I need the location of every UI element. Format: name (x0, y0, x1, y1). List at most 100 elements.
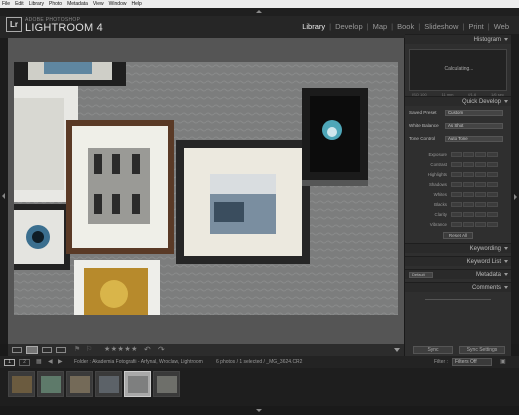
bottom-panel-toggle[interactable] (0, 406, 519, 415)
tone-adjust-button[interactable] (475, 222, 486, 227)
lightroom-logo: Lr (6, 17, 22, 32)
filter-select[interactable]: Filters Off (452, 358, 492, 366)
quick-develop-header[interactable]: Quick Develop (405, 96, 511, 106)
photo-image (14, 62, 398, 315)
selection-info: 6 photos / 1 selected / _MG_3624.CR2 (216, 359, 303, 365)
tone-adjust-button[interactable] (475, 212, 486, 217)
tone-adjust-button[interactable] (451, 152, 462, 157)
reset-all-button[interactable]: Reset All (443, 232, 473, 239)
tone-adjust-button[interactable] (463, 152, 474, 157)
left-panel-toggle[interactable] (0, 38, 8, 344)
filter-lock-icon[interactable]: ▣ (500, 358, 506, 365)
tone-adjust-button[interactable] (475, 152, 486, 157)
toolbar-options-icon[interactable] (394, 348, 400, 352)
menu-edit[interactable]: Edit (15, 0, 24, 8)
tone-adjust-button[interactable] (475, 172, 486, 177)
menu-help[interactable]: Help (131, 0, 141, 8)
filmstrip-thumbnail[interactable] (66, 371, 93, 397)
tone-label: Shadows (428, 182, 447, 187)
menu-metadata[interactable]: Metadata (67, 0, 88, 8)
tone-label: Contrast (430, 162, 447, 167)
reject-flag-icon[interactable]: ⚐ (86, 346, 94, 354)
module-picker: Library | Develop | Map | Book | Slideshow | … (298, 22, 513, 31)
white-balance-select[interactable]: As Shot (445, 122, 503, 129)
menu-file[interactable]: File (2, 0, 10, 8)
tone-adjust-button[interactable] (475, 182, 486, 187)
grid-view-icon[interactable] (12, 347, 22, 353)
toolbar: ⚑ ⚐ ★★★★★ ↶ ↷ (8, 344, 404, 356)
tone-adjust-button[interactable] (463, 172, 474, 177)
tone-adjust-button[interactable] (487, 172, 498, 177)
menu-window[interactable]: Window (109, 0, 127, 8)
tone-adjust-button[interactable] (487, 192, 498, 197)
secondary-window-button[interactable]: 2 (19, 359, 30, 366)
tone-adjust-button[interactable] (451, 212, 462, 217)
forward-arrow-icon[interactable]: ▶ (58, 358, 63, 365)
saved-preset-select[interactable]: Custom (445, 109, 503, 116)
loupe-view[interactable] (8, 38, 404, 344)
filmstrip-thumbnail[interactable] (8, 371, 35, 397)
loupe-view-icon[interactable] (26, 346, 38, 354)
tone-adjust-button[interactable] (463, 162, 474, 167)
tone-adjust-button[interactable] (451, 192, 462, 197)
module-slideshow[interactable]: Slideshow (420, 22, 462, 31)
menu-photo[interactable]: Photo (49, 0, 62, 8)
tone-adjust-button[interactable] (451, 202, 462, 207)
module-print[interactable]: Print (464, 22, 487, 31)
tone-adjust-button[interactable] (451, 162, 462, 167)
auto-tone-button[interactable]: Auto Tone (445, 135, 503, 142)
metadata-header[interactable]: Default Metadata (405, 269, 511, 279)
main-photo[interactable] (14, 62, 398, 315)
star-rating[interactable]: ★★★★★ (104, 345, 138, 353)
back-arrow-icon[interactable]: ◀ (48, 358, 53, 365)
module-map[interactable]: Map (369, 22, 392, 31)
sync-settings-button[interactable]: Sync Settings (459, 346, 505, 354)
filmstrip-thumbnail[interactable] (153, 371, 180, 397)
tone-adjust-button[interactable] (451, 172, 462, 177)
tone-adjust-button[interactable] (487, 162, 498, 167)
module-book[interactable]: Book (393, 22, 418, 31)
tone-adjust-button[interactable] (487, 182, 498, 187)
keywording-header[interactable]: Keywording (405, 243, 511, 253)
histogram-header[interactable]: Histogram (405, 34, 511, 44)
tone-label: Exposure (428, 152, 447, 157)
tone-adjust-button[interactable] (475, 202, 486, 207)
tone-adjust-button[interactable] (463, 212, 474, 217)
module-web[interactable]: Web (490, 22, 513, 31)
tone-adjust-button[interactable] (487, 222, 498, 227)
menu-library[interactable]: Library (29, 0, 44, 8)
tone-adjust-button[interactable] (463, 192, 474, 197)
folder-path[interactable]: Folder : Akademia Fotografii - Arfynal, … (74, 359, 203, 365)
module-develop[interactable]: Develop (331, 22, 367, 31)
filmstrip-thumbnail[interactable] (95, 371, 122, 397)
tone-row-exposure: Exposure (409, 151, 507, 158)
grid-icon[interactable]: ▦ (36, 358, 42, 365)
tone-adjust-button[interactable] (487, 202, 498, 207)
metadata-preset-select[interactable]: Default (409, 272, 433, 278)
tone-adjust-button[interactable] (487, 152, 498, 157)
rotate-left-icon[interactable]: ↶ (144, 345, 151, 354)
module-library[interactable]: Library (298, 22, 329, 31)
tone-adjust-button[interactable] (451, 182, 462, 187)
tone-adjust-button[interactable] (463, 202, 474, 207)
keyword-list-header[interactable]: Keyword List (405, 256, 511, 266)
flag-icon[interactable]: ⚑ (74, 346, 82, 354)
comments-header[interactable]: Comments (405, 282, 511, 292)
right-panel-toggle[interactable] (511, 34, 519, 344)
tone-adjust-button[interactable] (451, 222, 462, 227)
tone-adjust-button[interactable] (463, 182, 474, 187)
filmstrip-thumbnail-selected[interactable] (124, 371, 151, 397)
tone-adjust-button[interactable] (475, 162, 486, 167)
sync-area: Sync Sync Settings (405, 344, 511, 356)
top-panel-toggle[interactable] (0, 8, 519, 16)
rotate-right-icon[interactable]: ↷ (158, 345, 165, 354)
filmstrip-thumbnail[interactable] (37, 371, 64, 397)
sync-button[interactable]: Sync (413, 346, 453, 354)
tone-adjust-button[interactable] (487, 212, 498, 217)
menu-view[interactable]: View (93, 0, 104, 8)
tone-adjust-button[interactable] (475, 192, 486, 197)
primary-window-button[interactable]: 1 (4, 359, 15, 366)
compare-view-icon[interactable] (42, 347, 52, 353)
survey-view-icon[interactable] (56, 347, 66, 353)
tone-adjust-button[interactable] (463, 222, 474, 227)
